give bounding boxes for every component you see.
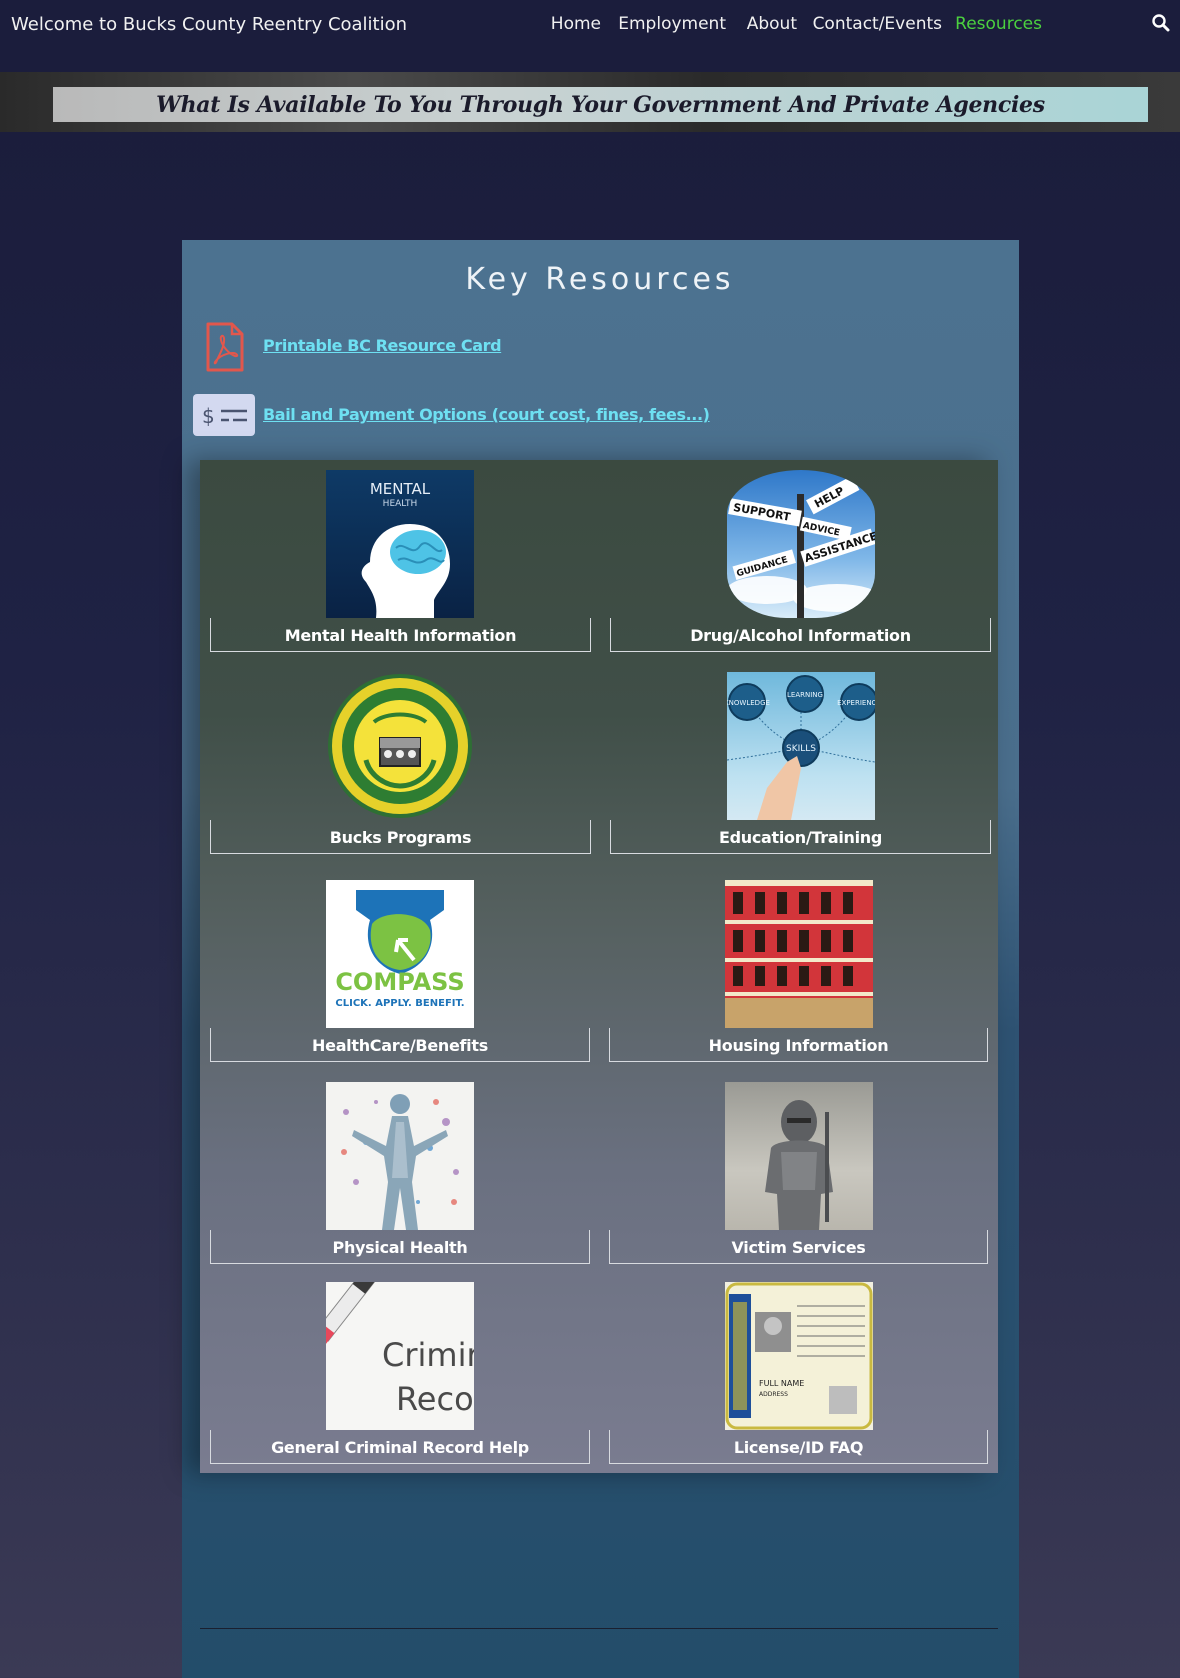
skills-image[interactable]: KNOWLEDGE LEARNING EXPERIENCE SKILLS [727,672,875,820]
nav-item-about[interactable]: About [747,14,797,34]
resource-card-link[interactable]: Printable BC Resource Card [263,336,502,355]
healthcare-benefits-card[interactable]: HealthCare/Benefits [210,1028,590,1062]
payment-icon[interactable]: $ [193,394,255,436]
pdf-icon[interactable] [205,322,245,372]
criminal-record-label[interactable]: General Criminal Record Help [271,1438,529,1457]
healthcare-benefits-label[interactable]: HealthCare/Benefits [312,1036,488,1055]
compass-image-subtext: CLICK. APPLY. BENEFIT. [335,998,464,1009]
license-id-label[interactable]: License/ID FAQ [734,1438,864,1457]
physical-health-label[interactable]: Physical Health [333,1238,468,1257]
search-icon[interactable] [1150,12,1172,34]
education-training-label[interactable]: Education/Training [719,828,882,847]
physical-health-card[interactable]: Physical Health [210,1230,590,1264]
resource-grid [200,460,998,1473]
bubble-knowledge: KNOWLEDGE [727,699,770,707]
bubble-learning: LEARNING [787,691,823,699]
compass-logo-image[interactable]: COMPASS CLICK. APPLY. BENEFIT. [326,880,474,1028]
education-training-card[interactable]: Education/Training [610,820,991,854]
footer-divider [200,1628,998,1629]
panel-title: Key Resources [465,262,735,297]
license-image[interactable]: FULL NAME ADDRESS [725,1282,873,1430]
banner: What Is Available To You Through Your Go… [53,87,1148,122]
bail-payment-link[interactable]: Bail and Payment Options (court cost, fi… [263,405,710,424]
license-image-subtext: ADDRESS [759,1391,788,1398]
top-nav: Welcome to Bucks County Reentry Coalitio… [0,0,1180,72]
bucks-programs-label[interactable]: Bucks Programs [330,828,472,847]
drug-alcohol-label[interactable]: Drug/Alcohol Information [690,626,911,645]
housing-information-card[interactable]: Housing Information [609,1028,988,1062]
criminal-image-text: Crimir [382,1336,474,1374]
bucks-programs-card[interactable]: Bucks Programs [210,820,591,854]
nav-item-contact-events[interactable]: Contact/Events [813,14,942,34]
mental-health-card[interactable]: Mental Health Information [210,618,591,652]
site-title[interactable]: Welcome to Bucks County Reentry Coalitio… [11,14,407,35]
bubble-skills: SKILLS [786,744,816,754]
signpost-image[interactable]: HELP SUPPORT ADVICE ASSISTANCE GUIDANCE [727,470,875,618]
mental-health-label[interactable]: Mental Health Information [285,626,517,645]
body-image[interactable] [326,1082,474,1230]
criminal-record-image[interactable]: Crimir Recoi [326,1282,474,1430]
bubble-experience: EXPERIENCE [837,699,875,707]
victim-services-card[interactable]: Victim Services [609,1230,988,1264]
svg-text:$: $ [202,404,215,428]
criminal-image-subtext: Recoi [396,1380,474,1418]
nav-item-home[interactable]: Home [551,14,601,34]
drug-alcohol-card[interactable]: Drug/Alcohol Information [610,618,991,652]
victim-services-label[interactable]: Victim Services [732,1238,866,1257]
license-id-card[interactable]: License/ID FAQ [609,1430,988,1464]
nav-item-resources[interactable]: Resources [955,14,1042,34]
compass-image-text: COMPASS [335,968,464,996]
license-image-text: FULL NAME [759,1379,804,1388]
knight-image[interactable] [725,1082,873,1230]
banner-text: What Is Available To You Through Your Go… [156,91,1045,118]
nav-item-employment[interactable]: Employment [618,14,726,34]
building-image[interactable] [725,880,873,1028]
county-seal-image[interactable] [326,672,474,820]
mental-health-image-text: MENTAL [370,480,431,498]
criminal-record-card[interactable]: General Criminal Record Help [210,1430,590,1464]
housing-information-label[interactable]: Housing Information [709,1036,889,1055]
mental-health-image-subtext: HEALTH [383,499,418,509]
mental-health-image[interactable]: MENTAL HEALTH [326,470,474,618]
